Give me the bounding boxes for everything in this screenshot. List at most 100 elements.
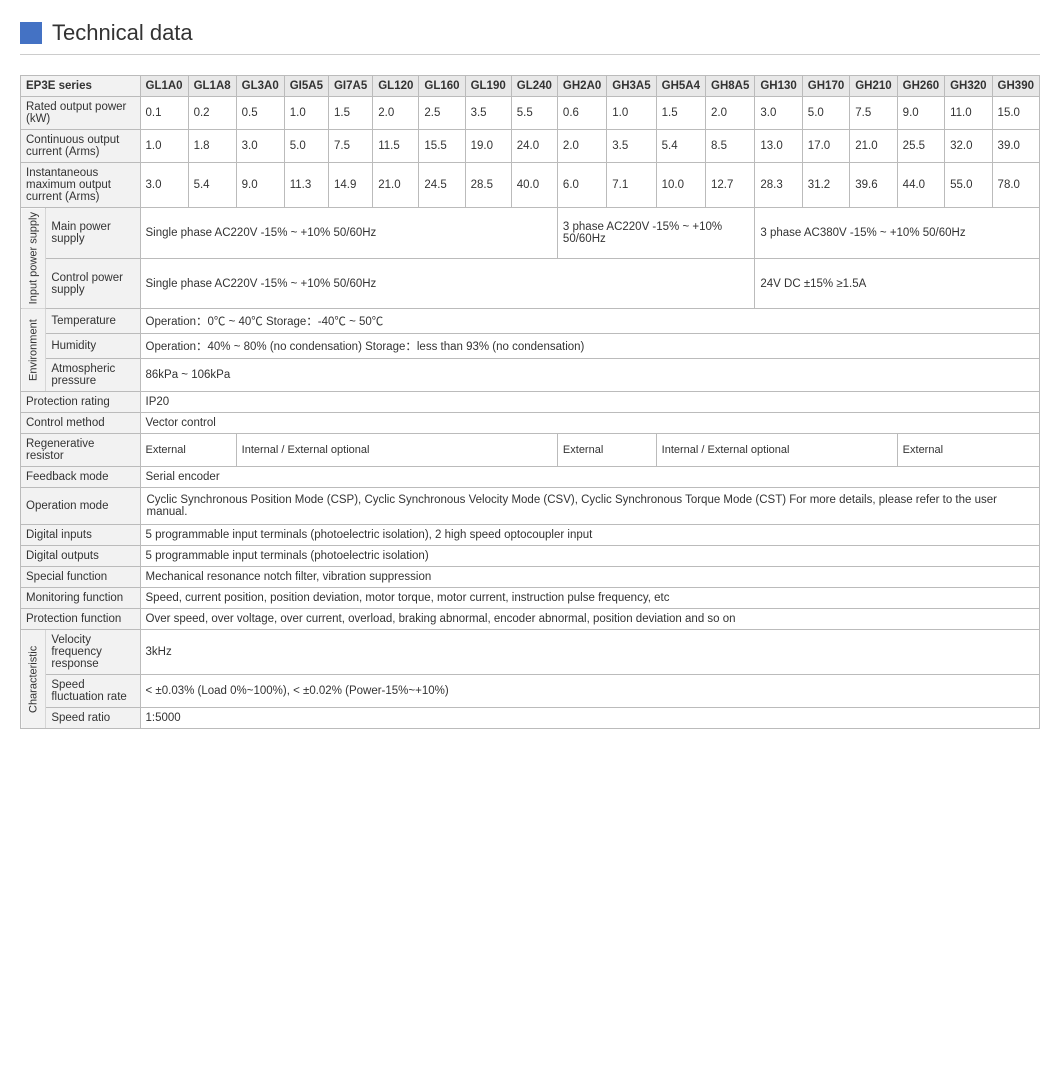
control-power-label: Control power supply: [46, 258, 140, 309]
col-gh390: GH390: [992, 76, 1039, 97]
operation-mode-value: Cyclic Synchronous Position Mode (CSP), …: [140, 488, 1040, 525]
inst-v18: 78.0: [992, 163, 1039, 208]
inst-v15: 39.6: [850, 163, 897, 208]
control-method-label: Control method: [21, 413, 141, 434]
cont-v13: 13.0: [755, 130, 802, 163]
atmospheric-row: Atmospheric pressure 86kPa ~ 106kPa: [21, 359, 1040, 392]
col-gh2a0: GH2A0: [557, 76, 606, 97]
continuous-output-label: Continuous output current (Arms): [21, 130, 141, 163]
velocity-frequency-row: Characteristic Velocity frequency respon…: [21, 630, 1040, 675]
control-method-row: Control method Vector control: [21, 413, 1040, 434]
cont-v17: 32.0: [945, 130, 992, 163]
inst-v4: 14.9: [328, 163, 372, 208]
protection-rating-label: Protection rating: [21, 392, 141, 413]
main-power-row: Input power supply Main power supply Sin…: [21, 208, 1040, 259]
rated-v11: 1.5: [656, 97, 705, 130]
rated-v7: 3.5: [465, 97, 511, 130]
inst-v14: 31.2: [802, 163, 849, 208]
main-power-col2: 3 phase AC220V -15% ~ +10% 50/60Hz: [557, 208, 754, 259]
rated-v13: 3.0: [755, 97, 802, 130]
col-gl190: GL190: [465, 76, 511, 97]
digital-inputs-value: 5 programmable input terminals (photoele…: [140, 525, 1040, 546]
special-function-row: Special function Mechanical resonance no…: [21, 567, 1040, 588]
protection-function-row: Protection function Over speed, over vol…: [21, 609, 1040, 630]
col-gh170: GH170: [802, 76, 849, 97]
cont-v3: 5.0: [284, 130, 328, 163]
protection-rating-row: Protection rating IP20: [21, 392, 1040, 413]
protection-rating-value: IP20: [140, 392, 1040, 413]
col-gh210: GH210: [850, 76, 897, 97]
rated-v14: 5.0: [802, 97, 849, 130]
rated-v5: 2.0: [373, 97, 419, 130]
digital-outputs-value: 5 programmable input terminals (photoele…: [140, 546, 1040, 567]
inst-v12: 12.7: [706, 163, 755, 208]
inst-v17: 55.0: [945, 163, 992, 208]
rated-v9: 0.6: [557, 97, 606, 130]
col-gh130: GH130: [755, 76, 802, 97]
table-header-row: EP3E series GL1A0 GL1A8 GL3A0 GI5A5 GI7A…: [21, 76, 1040, 97]
inst-v5: 21.0: [373, 163, 419, 208]
rated-v16: 9.0: [897, 97, 944, 130]
cont-v18: 39.0: [992, 130, 1039, 163]
cont-v15: 21.0: [850, 130, 897, 163]
speed-fluctuation-value: < ±0.03% (Load 0%~100%), < ±0.02% (Power…: [140, 675, 1040, 708]
rated-v0: 0.1: [140, 97, 188, 130]
cont-v7: 19.0: [465, 130, 511, 163]
rated-output-label: Rated output power (kW): [21, 97, 141, 130]
inst-v8: 40.0: [511, 163, 557, 208]
col-gh8a5: GH8A5: [706, 76, 755, 97]
rated-v17: 11.0: [945, 97, 992, 130]
regen-cell-1: Internal / External optional: [236, 434, 557, 467]
col-gl160: GL160: [419, 76, 465, 97]
humidity-value: Operation：40% ~ 80% (no condensation) St…: [140, 334, 1040, 359]
regen-cell-0: External: [140, 434, 236, 467]
col-gl1a0: GL1A0: [140, 76, 188, 97]
special-function-value: Mechanical resonance notch filter, vibra…: [140, 567, 1040, 588]
col-gh260: GH260: [897, 76, 944, 97]
cont-v10: 3.5: [607, 130, 656, 163]
velocity-frequency-label: Velocity frequency response: [46, 630, 140, 675]
speed-fluctuation-row: Speed fluctuation rate < ±0.03% (Load 0%…: [21, 675, 1040, 708]
col-gi5a5: GI5A5: [284, 76, 328, 97]
environment-label: Environment: [21, 309, 46, 392]
rated-v6: 2.5: [419, 97, 465, 130]
col-gl3a0: GL3A0: [236, 76, 284, 97]
main-power-label: Main power supply: [46, 208, 140, 259]
inst-v16: 44.0: [897, 163, 944, 208]
inst-v9: 6.0: [557, 163, 606, 208]
operation-mode-label: Operation mode: [21, 488, 141, 525]
speed-ratio-row: Speed ratio 1:5000: [21, 708, 1040, 729]
monitoring-function-label: Monitoring function: [21, 588, 141, 609]
cont-v2: 3.0: [236, 130, 284, 163]
protection-function-value: Over speed, over voltage, over current, …: [140, 609, 1040, 630]
humidity-row: Humidity Operation：40% ~ 80% (no condens…: [21, 334, 1040, 359]
humidity-label: Humidity: [46, 334, 140, 359]
rated-v2: 0.5: [236, 97, 284, 130]
inst-v2: 9.0: [236, 163, 284, 208]
digital-inputs-row: Digital inputs 5 programmable input term…: [21, 525, 1040, 546]
inst-v11: 10.0: [656, 163, 705, 208]
control-power-col2: 24V DC ±15% ≥1.5A: [755, 258, 1040, 309]
col-gh5a4: GH5A4: [656, 76, 705, 97]
cont-v4: 7.5: [328, 130, 372, 163]
control-power-row: Control power supply Single phase AC220V…: [21, 258, 1040, 309]
control-method-value: Vector control: [140, 413, 1040, 434]
title-container: Technical data: [20, 20, 1040, 55]
inst-v7: 28.5: [465, 163, 511, 208]
main-power-col1: Single phase AC220V -15% ~ +10% 50/60Hz: [140, 208, 557, 259]
inst-v13: 28.3: [755, 163, 802, 208]
inst-v3: 11.3: [284, 163, 328, 208]
rated-output-row: Rated output power (kW) 0.1 0.2 0.5 1.0 …: [21, 97, 1040, 130]
operation-mode-row: Operation mode Cyclic Synchronous Positi…: [21, 488, 1040, 525]
input-power-supply-label: Input power supply: [21, 208, 46, 309]
speed-fluctuation-label: Speed fluctuation rate: [46, 675, 140, 708]
digital-outputs-row: Digital outputs 5 programmable input ter…: [21, 546, 1040, 567]
instantaneous-max-row: Instantaneous maximum output current (Ar…: [21, 163, 1040, 208]
inst-v10: 7.1: [607, 163, 656, 208]
page-title: Technical data: [52, 20, 193, 46]
feedback-mode-value: Serial encoder: [140, 467, 1040, 488]
temperature-row: Environment Temperature Operation：0℃ ~ 4…: [21, 309, 1040, 334]
speed-ratio-value: 1:5000: [140, 708, 1040, 729]
cont-v5: 11.5: [373, 130, 419, 163]
main-power-col3: 3 phase AC380V -15% ~ +10% 50/60Hz: [755, 208, 1040, 259]
